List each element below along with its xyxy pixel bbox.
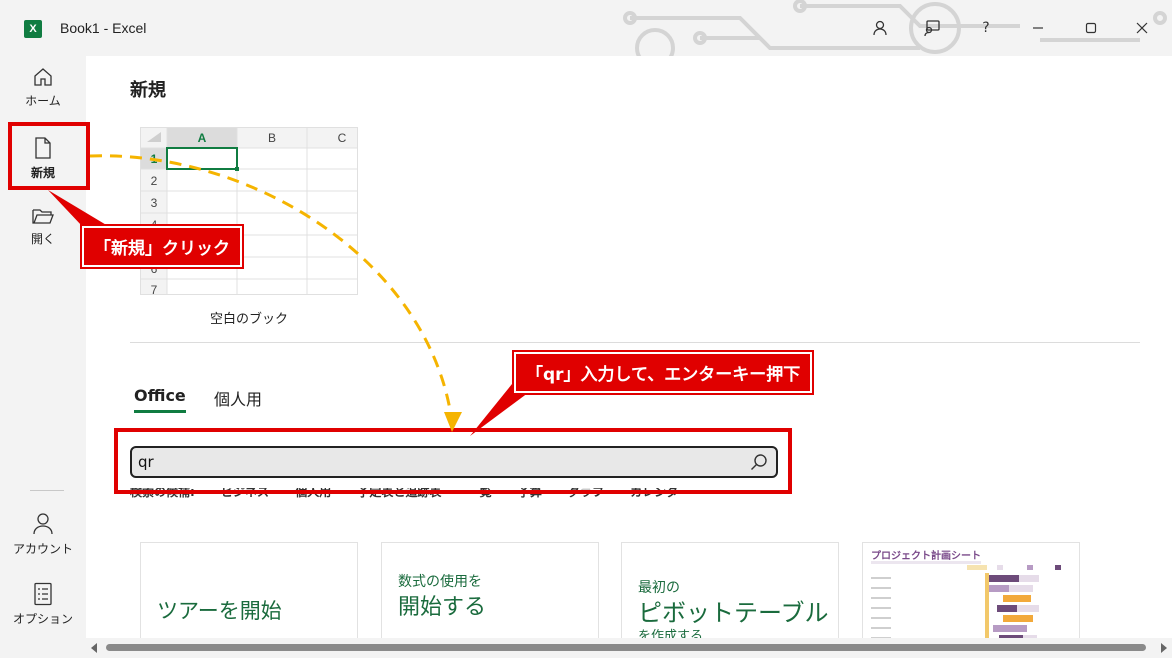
title-bar: X Book1 - Excel ?: [0, 0, 1172, 56]
nav-home-label: ホーム: [25, 94, 61, 108]
horizontal-scrollbar[interactable]: [86, 638, 1172, 658]
help-button[interactable]: ?: [972, 14, 1000, 42]
feedback-icon[interactable]: [918, 14, 946, 42]
card-pivot-line2: ピボットテーブル: [638, 599, 829, 627]
row-header-3: 3: [151, 196, 158, 210]
tab-personal-label: 個人用: [214, 390, 263, 409]
nav-divider: [30, 490, 64, 491]
annotation-callout-search: 「qr」入力して、エンターキー押下: [511, 350, 815, 395]
nav-account-label: アカウント: [12, 542, 73, 556]
col-header-a: A: [198, 131, 207, 145]
annotation-box-new: [8, 122, 90, 190]
tab-office-label: Office: [134, 386, 186, 405]
card-formulas-line1: 数式の使用を: [398, 574, 482, 590]
tab-office[interactable]: Office: [134, 386, 186, 413]
tab-personal[interactable]: 個人用: [214, 386, 262, 410]
annotation-callout-new: 「新規」クリック: [80, 224, 244, 269]
tab-active-indicator: [134, 410, 186, 413]
nav-options[interactable]: オプション: [0, 582, 86, 627]
card-tour-title: ツアーを開始: [157, 599, 282, 623]
row-header-7: 7: [151, 283, 158, 295]
annotation-box-search: [114, 428, 792, 494]
scrollbar-thumb[interactable]: [106, 644, 1146, 651]
row-header-2: 2: [151, 174, 158, 188]
nav-home[interactable]: ホーム: [0, 66, 86, 109]
blank-grid-preview: A B C 1 2 3 4 5 6 7: [141, 128, 357, 295]
section-divider: [130, 342, 1140, 343]
scroll-right-icon[interactable]: [1160, 643, 1168, 653]
account-icon[interactable]: [866, 14, 894, 42]
nav-options-label: オプション: [12, 612, 73, 626]
home-icon: [34, 68, 52, 86]
nav-open[interactable]: 開く: [0, 206, 86, 247]
person-icon: [33, 513, 53, 535]
options-list-icon: [34, 582, 52, 606]
excel-logo-icon: X: [24, 20, 42, 38]
nav-open-label: 開く: [30, 232, 55, 246]
window-title: Book1 - Excel: [60, 20, 147, 36]
blank-workbook-thumbnail[interactable]: A B C 1 2 3 4 5 6 7: [140, 127, 358, 295]
nav-account[interactable]: アカウント: [0, 512, 86, 557]
col-header-c: C: [338, 131, 347, 145]
row-header-1: 1: [151, 152, 158, 166]
maximize-button[interactable]: [1077, 14, 1105, 42]
col-header-b: B: [268, 131, 276, 145]
scroll-left-icon[interactable]: [90, 643, 98, 653]
blank-workbook-label[interactable]: 空白のブック: [140, 308, 358, 327]
page-title: 新規: [130, 80, 166, 101]
card-formulas-line2: 開始する: [398, 595, 487, 620]
minimize-button[interactable]: [1024, 14, 1052, 42]
folder-open-icon: [32, 209, 54, 224]
close-button[interactable]: [1128, 14, 1156, 42]
